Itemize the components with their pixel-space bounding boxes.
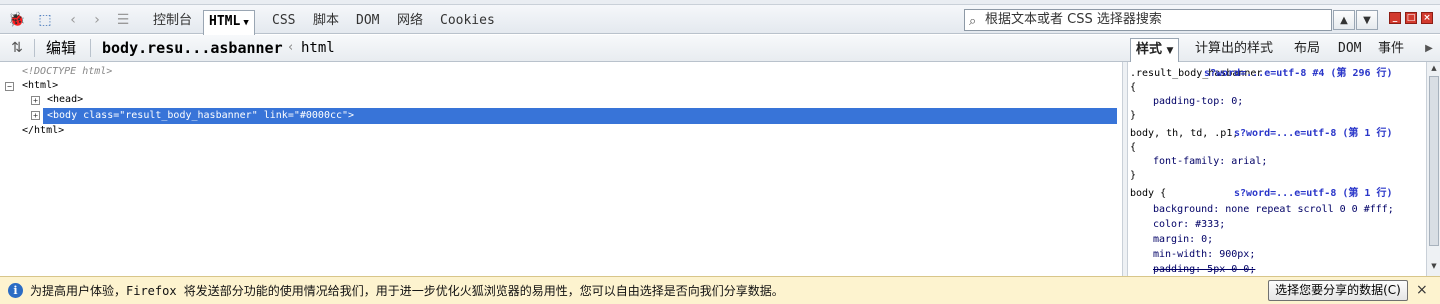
tab-network[interactable]: 网络 — [392, 10, 428, 34]
style-property[interactable]: margin: 0; — [1153, 233, 1213, 247]
search-icon: ⌕ — [969, 14, 977, 29]
tab-html[interactable]: HTML ▼ — [203, 10, 255, 35]
scrollbar-thumb[interactable] — [1429, 76, 1439, 246]
breadcrumb-item-html[interactable]: html — [301, 39, 335, 57]
html-tree-panel: <!DOCTYPE html> − <html> + <head> + <bod… — [0, 62, 1122, 276]
collapse-icon[interactable]: − — [5, 82, 14, 91]
style-brace: { — [1130, 82, 1137, 93]
tabs-overflow-icon[interactable]: ▶ — [1420, 39, 1438, 57]
doctype-node: <!DOCTYPE html> — [22, 66, 113, 77]
close-icon[interactable]: × — [1421, 12, 1433, 24]
firebug-icon[interactable]: 🐞 — [8, 11, 26, 29]
tab-css[interactable]: CSS — [267, 10, 300, 34]
styles-scrollbar[interactable]: ▲ ▼ — [1426, 62, 1440, 276]
style-brace: } — [1130, 170, 1137, 181]
main-toolbar: 🐞 ⬚ ‹ › ☰ 控制台 HTML ▼ CSS 脚本 DOM 网络 Cookie… — [0, 5, 1440, 35]
more-icon[interactable]: ☰ — [114, 11, 132, 29]
style-source-link[interactable]: s?word=...e=utf-8 #4 (第 296 行) — [1204, 67, 1393, 81]
tab-events[interactable]: 事件 — [1373, 38, 1409, 62]
style-selector: body { — [1130, 188, 1167, 199]
style-property[interactable]: padding-top: 0; — [1153, 95, 1243, 109]
forward-icon[interactable]: › — [88, 11, 106, 29]
tab-menu-caret-icon[interactable]: ▼ — [243, 18, 248, 28]
edit-toggle-icon[interactable]: ⇅ — [8, 39, 26, 57]
notification-message: 为提高用户体验，Firefox 将发送部分功能的使用情况给我们，用于进一步优化火… — [30, 284, 784, 298]
search-placeholder: 根据文本或者 CSS 选择器搜索 — [985, 12, 1162, 27]
secondary-toolbar: ⇅ 编辑 body.resu...asbanner ‹ html 样式 ▼ 计算… — [0, 35, 1440, 62]
search-input[interactable]: ⌕ 根据文本或者 CSS 选择器搜索 — [964, 9, 1332, 31]
scroll-up-icon[interactable]: ▲ — [1429, 64, 1439, 74]
edit-button[interactable]: 编辑 — [46, 39, 76, 57]
tab-layout[interactable]: 布局 — [1289, 38, 1325, 62]
style-selector: body, th, td, .p1, — [1130, 128, 1239, 139]
tab-styles[interactable]: 样式 ▼ — [1130, 38, 1180, 62]
chevron-down-icon: ▼ — [1166, 46, 1174, 56]
breadcrumb-item-body[interactable]: body.resu...asbanner — [102, 39, 283, 57]
expand-icon[interactable]: + — [31, 96, 40, 105]
tab-cookies[interactable]: Cookies — [435, 10, 500, 34]
tab-computed[interactable]: 计算出的样式 — [1190, 38, 1278, 62]
choose-share-data-button[interactable]: 选择您要分享的数据(C) — [1268, 280, 1408, 301]
html-close-node: </html> — [22, 125, 65, 136]
style-brace: } — [1130, 110, 1137, 121]
style-property[interactable]: color: #333; — [1153, 218, 1225, 232]
notification-bar: i 为提高用户体验，Firefox 将发送部分功能的使用情况给我们，用于进一步优… — [0, 276, 1440, 304]
head-node[interactable]: <head> — [47, 93, 83, 108]
expand-icon[interactable]: + — [31, 111, 40, 120]
info-icon: i — [8, 283, 23, 298]
tab-dom[interactable]: DOM — [351, 10, 384, 34]
body-node-selected[interactable]: <body class="result_body_hasbanner" link… — [43, 108, 1117, 124]
breadcrumb-separator: ‹ — [288, 40, 294, 55]
style-property[interactable]: font-family: arial; — [1153, 155, 1267, 169]
inspect-icon[interactable]: ⬚ — [36, 11, 54, 29]
chevron-up-icon: ▲ — [1340, 14, 1348, 26]
style-source-link[interactable]: s?word=...e=utf-8 (第 1 行) — [1234, 187, 1392, 201]
divider — [90, 39, 91, 57]
style-source-link[interactable]: s?word=...e=utf-8 (第 1 行) — [1234, 127, 1392, 141]
scroll-down-icon[interactable]: ▼ — [1429, 262, 1439, 272]
html-node[interactable]: <html> — [22, 79, 58, 94]
style-property[interactable]: background: none repeat scroll 0 0 #fff; — [1153, 203, 1394, 217]
style-property[interactable]: min-width: 900px; — [1153, 248, 1255, 262]
body-node-label: <body class="result_body_hasbanner" link… — [47, 110, 355, 121]
tab-script[interactable]: 脚本 — [308, 10, 344, 34]
chevron-down-icon: ▼ — [1363, 14, 1371, 26]
styles-panel: .result_body_hasbanner s?word=...e=utf-8… — [1128, 62, 1426, 276]
style-property-overridden[interactable]: padding: 5px 0 0; — [1153, 263, 1255, 276]
close-icon[interactable]: × — [1416, 282, 1428, 298]
search-prev-button[interactable]: ▲ — [1333, 10, 1355, 30]
back-icon[interactable]: ‹ — [64, 11, 82, 29]
divider — [34, 39, 35, 57]
detach-icon[interactable]: □ — [1405, 12, 1417, 24]
minimize-icon[interactable]: _ — [1389, 12, 1401, 24]
search-next-button[interactable]: ▼ — [1356, 10, 1378, 30]
tab-side-dom[interactable]: DOM — [1333, 38, 1366, 62]
tab-console[interactable]: 控制台 — [148, 10, 197, 34]
style-brace: { — [1130, 142, 1137, 153]
